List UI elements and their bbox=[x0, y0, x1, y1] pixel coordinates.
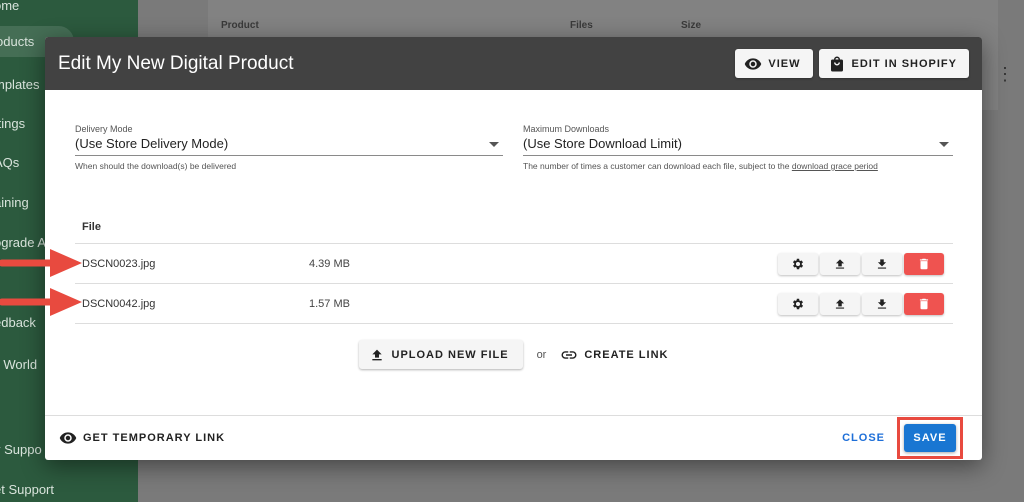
close-button[interactable]: CLOSE bbox=[842, 432, 885, 444]
file-name: DSCN0042.jpg bbox=[82, 297, 156, 310]
file-size: 1.57 MB bbox=[309, 297, 350, 310]
download-icon bbox=[877, 258, 887, 269]
or-separator: or bbox=[536, 348, 547, 361]
upload-new-file-label: UPLOAD NEW FILE bbox=[391, 348, 509, 361]
view-button[interactable]: VIEW bbox=[735, 49, 813, 78]
eye-icon bbox=[59, 432, 77, 444]
upload-icon bbox=[835, 298, 845, 309]
dropdown-arrow-icon bbox=[939, 142, 949, 147]
maximum-downloads-field: Maximum Downloads (Use Store Download Li… bbox=[523, 124, 953, 171]
sidebar-item-settings[interactable]: ttings bbox=[0, 116, 25, 131]
edit-in-shopify-button[interactable]: EDIT IN SHOPIFY bbox=[818, 49, 969, 78]
download-grace-period-link[interactable]: download grace period bbox=[792, 161, 878, 171]
maximum-downloads-value: (Use Store Download Limit) bbox=[523, 136, 682, 151]
sidebar-item-templates[interactable]: mplates bbox=[0, 77, 40, 92]
sidebar-item-get-support[interactable]: et Support bbox=[0, 482, 54, 497]
file-delete-button[interactable] bbox=[904, 252, 944, 275]
bg-col-product: Product bbox=[221, 20, 259, 31]
delivery-mode-hint: When should the download(s) be delivered bbox=[75, 161, 237, 171]
file-column-header: File bbox=[75, 211, 953, 244]
trash-icon bbox=[919, 258, 929, 269]
maximum-downloads-hint: The number of times a customer can downl… bbox=[523, 161, 953, 171]
bg-col-size: Size bbox=[681, 20, 702, 31]
sidebar-item-home[interactable]: ome bbox=[0, 0, 19, 13]
edit-in-shopify-label: EDIT IN SHOPIFY bbox=[851, 57, 957, 70]
file-size: 4.39 MB bbox=[309, 257, 350, 270]
upload-new-file-button[interactable]: UPLOAD NEW FILE bbox=[358, 340, 523, 369]
file-upload-button[interactable] bbox=[820, 252, 860, 275]
create-link-label: CREATE LINK bbox=[584, 348, 669, 361]
delivery-mode-select[interactable]: (Use Store Delivery Mode) bbox=[75, 136, 503, 156]
file-settings-button[interactable] bbox=[778, 252, 818, 275]
dialog-body: Delivery Mode (Use Store Delivery Mode) … bbox=[45, 90, 982, 415]
gear-icon bbox=[792, 258, 804, 269]
delivery-mode-value: (Use Store Delivery Mode) bbox=[75, 136, 229, 151]
get-temporary-link-button[interactable]: GET TEMPORARY LINK bbox=[59, 429, 225, 447]
trash-icon bbox=[919, 298, 929, 309]
delivery-mode-field: Delivery Mode (Use Store Delivery Mode) … bbox=[75, 124, 503, 171]
sidebar-item-support[interactable]: y Suppo bbox=[0, 442, 42, 457]
upload-icon bbox=[371, 349, 382, 360]
dialog-footer: GET TEMPORARY LINK CLOSE SAVE bbox=[45, 415, 982, 460]
file-table: File DSCN0023.jpg 4.39 MB DSCN0042.jpg 1… bbox=[75, 211, 953, 324]
annotation-arrow-icon bbox=[0, 288, 82, 316]
table-row: DSCN0042.jpg 1.57 MB bbox=[75, 284, 953, 324]
download-icon bbox=[877, 298, 887, 309]
get-temporary-link-label: GET TEMPORARY LINK bbox=[83, 432, 226, 444]
link-icon bbox=[561, 350, 577, 359]
file-upload-button[interactable] bbox=[820, 292, 860, 315]
gear-icon bbox=[792, 298, 804, 309]
table-row: DSCN0023.jpg 4.39 MB bbox=[75, 244, 953, 284]
file-download-button[interactable] bbox=[862, 292, 902, 315]
more-vert-icon: ⋮ bbox=[996, 64, 1014, 84]
annotation-arrow-icon bbox=[0, 249, 82, 277]
maximum-downloads-label: Maximum Downloads bbox=[523, 124, 610, 134]
file-name: DSCN0023.jpg bbox=[82, 257, 156, 270]
dialog-title: Edit My New Digital Product bbox=[58, 52, 294, 74]
file-download-button[interactable] bbox=[862, 252, 902, 275]
sidebar-item-hello-world[interactable]: ll World bbox=[0, 357, 37, 372]
maximum-downloads-select[interactable]: (Use Store Download Limit) bbox=[523, 136, 953, 156]
sidebar-item-faqs[interactable]: AQs bbox=[0, 155, 19, 170]
view-label: VIEW bbox=[768, 57, 801, 70]
save-button[interactable]: SAVE bbox=[904, 424, 956, 452]
edit-product-dialog: Edit My New Digital Product VIEW EDIT IN… bbox=[45, 37, 982, 460]
maximum-downloads-hint-text: The number of times a customer can downl… bbox=[523, 161, 792, 171]
file-delete-button[interactable] bbox=[904, 292, 944, 315]
upload-icon bbox=[835, 258, 845, 269]
delivery-mode-label: Delivery Mode bbox=[75, 124, 133, 134]
upload-actions: UPLOAD NEW FILE or CREATE LINK bbox=[45, 340, 982, 369]
dialog-header: Edit My New Digital Product VIEW EDIT IN… bbox=[45, 37, 982, 90]
bg-col-files: Files bbox=[570, 20, 593, 31]
file-settings-button[interactable] bbox=[778, 292, 818, 315]
create-link-button[interactable]: CREATE LINK bbox=[560, 346, 668, 364]
dropdown-arrow-icon bbox=[489, 142, 499, 147]
sidebar-item-training[interactable]: aining bbox=[0, 195, 29, 210]
shopping-bag-icon bbox=[830, 56, 843, 71]
save-highlight-box: SAVE bbox=[897, 417, 963, 459]
eye-icon bbox=[745, 57, 762, 70]
